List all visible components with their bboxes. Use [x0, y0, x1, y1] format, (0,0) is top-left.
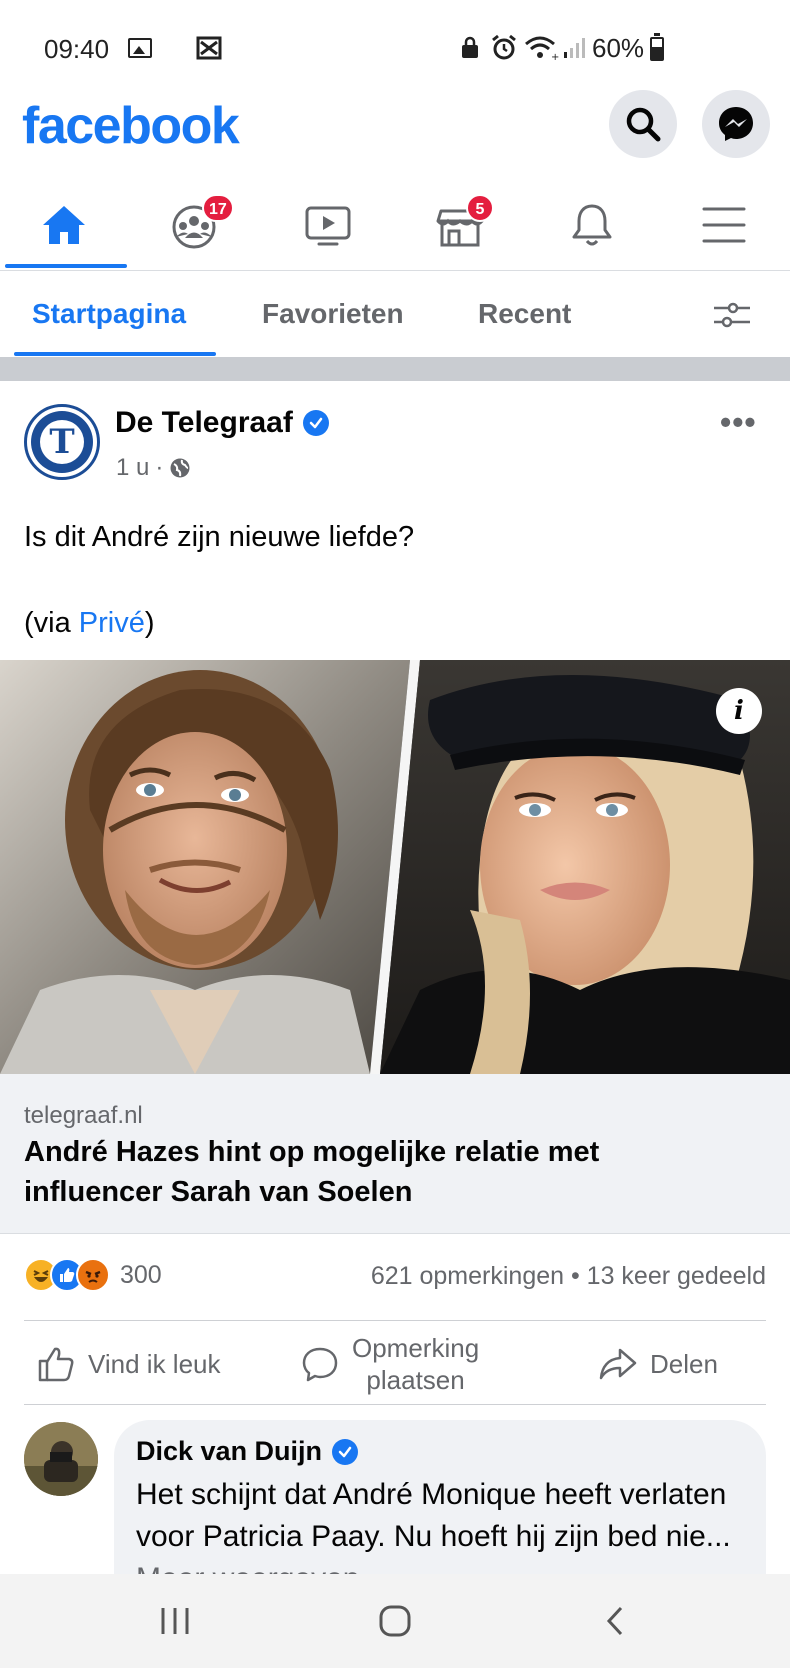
source-suffix: ) [144, 607, 155, 639]
recent-apps-icon [161, 1608, 189, 1634]
lock-icon [462, 36, 478, 58]
feed-tabs: Startpagina Favorieten Recent [0, 270, 790, 356]
nav-notifications[interactable] [542, 190, 642, 260]
post-text-source: (via Privé) [24, 604, 155, 642]
search-icon [626, 107, 661, 142]
comment-label-line2: plaatsen [366, 1365, 465, 1395]
comment-body: Het schijnt dat André Monique heeft verl… [136, 1478, 731, 1553]
globe-icon [170, 458, 190, 478]
nav-marketplace[interactable]: 5 [410, 190, 510, 260]
main-nav: 17 5 [0, 190, 790, 270]
home-circle-icon [379, 1605, 411, 1637]
back-icon [606, 1606, 623, 1636]
home-icon [43, 206, 85, 244]
search-button[interactable] [609, 90, 677, 158]
post-author-name[interactable]: De Telegraaf [115, 406, 293, 440]
link-preview[interactable]: telegraaf.nl André Hazes hint op mogelij… [0, 1074, 790, 1234]
nav-groups[interactable]: 17 [146, 190, 246, 260]
signal-icon [564, 38, 585, 58]
battery-percent: 60% [592, 33, 645, 63]
messenger-button[interactable] [702, 90, 770, 158]
share-icon [599, 1348, 637, 1380]
home-system-button[interactable] [365, 1574, 425, 1668]
ad-info-button[interactable]: i [716, 688, 762, 734]
alarm-icon [492, 34, 516, 60]
status-bar: 09:40 + 60% [0, 0, 790, 96]
source-prefix: (via [24, 607, 79, 639]
comment-label: Opmerking plaatsen [352, 1332, 479, 1396]
actions-divider-bottom [24, 1404, 766, 1405]
comment-icon [302, 1347, 338, 1382]
commenter-avatar[interactable] [24, 1422, 98, 1496]
info-icon: i [734, 696, 744, 726]
verified-icon [332, 1438, 359, 1465]
share-button[interactable]: Delen [598, 1332, 718, 1396]
marketplace-badge: 5 [466, 194, 494, 222]
wifi-icon: + [525, 36, 559, 62]
gallery-notification-icon [128, 38, 152, 58]
post-meta: 1 u · [116, 454, 191, 482]
filter-icon[interactable] [712, 300, 752, 330]
tab-favorieten[interactable]: Favorieten [262, 298, 404, 330]
verified-icon [302, 410, 329, 436]
share-label: Delen [650, 1348, 718, 1379]
menu-icon [702, 207, 746, 243]
meta-dot: · [155, 454, 164, 481]
comment-author[interactable]: Dick van Duijn [136, 1436, 359, 1467]
avatar-ring: T [31, 411, 93, 473]
thumbs-up-icon [38, 1347, 74, 1382]
svg-text:+: + [551, 52, 559, 62]
source-link[interactable]: Privé [79, 607, 145, 639]
watch-icon [305, 206, 351, 246]
like-label: Vind ik leuk [88, 1348, 221, 1379]
status-time: 09:40 [44, 34, 110, 64]
bell-icon [572, 204, 612, 246]
link-title: André Hazes hint op mogelijke relatie me… [24, 1136, 600, 1208]
facebook-logo[interactable]: facebook [22, 96, 240, 156]
commenter-photo [24, 1422, 98, 1496]
app-notification-icon [196, 36, 222, 60]
reaction-count: 300 [120, 1260, 162, 1289]
recent-apps-button[interactable] [145, 1574, 205, 1668]
link-domain: telegraaf.nl [24, 1102, 143, 1129]
messenger-icon [719, 107, 753, 141]
comment-author-name[interactable]: Dick van Duijn [136, 1436, 322, 1467]
post-time[interactable]: 1 u [116, 454, 149, 482]
post-author[interactable]: De Telegraaf [115, 406, 329, 440]
page-avatar[interactable]: T [24, 404, 100, 480]
back-button[interactable] [585, 1574, 645, 1668]
nav-home[interactable] [14, 190, 114, 260]
like-button[interactable]: Vind ik leuk [36, 1332, 221, 1396]
groups-badge: 17 [202, 194, 234, 222]
tab-recent[interactable]: Recent [478, 298, 571, 330]
angry-reaction-icon [76, 1258, 110, 1292]
system-nav-bar [0, 1574, 790, 1668]
telegraaf-logo: T [40, 420, 84, 464]
nav-active-indicator [5, 264, 127, 268]
post-more-options-icon[interactable]: ••• [720, 404, 757, 441]
comment-share-stats[interactable]: 621 opmerkingen • 13 keer gedeeld [371, 1262, 766, 1291]
reactions-summary[interactable]: 300 [24, 1258, 162, 1292]
actions-divider-top [24, 1320, 766, 1321]
nav-menu[interactable] [674, 190, 774, 260]
post-image[interactable] [0, 660, 790, 1074]
battery-icon [650, 33, 664, 61]
tab-active-indicator [14, 352, 216, 356]
tab-startpagina[interactable]: Startpagina [32, 298, 186, 330]
comment-label-line1: Opmerking [352, 1333, 480, 1363]
post-text: Is dit André zijn nieuwe liefde? [24, 521, 415, 553]
post-photo [0, 660, 790, 1074]
comment-button[interactable]: Opmerking plaatsen [300, 1332, 479, 1396]
feed-separator [0, 357, 790, 381]
nav-watch[interactable] [278, 190, 378, 260]
